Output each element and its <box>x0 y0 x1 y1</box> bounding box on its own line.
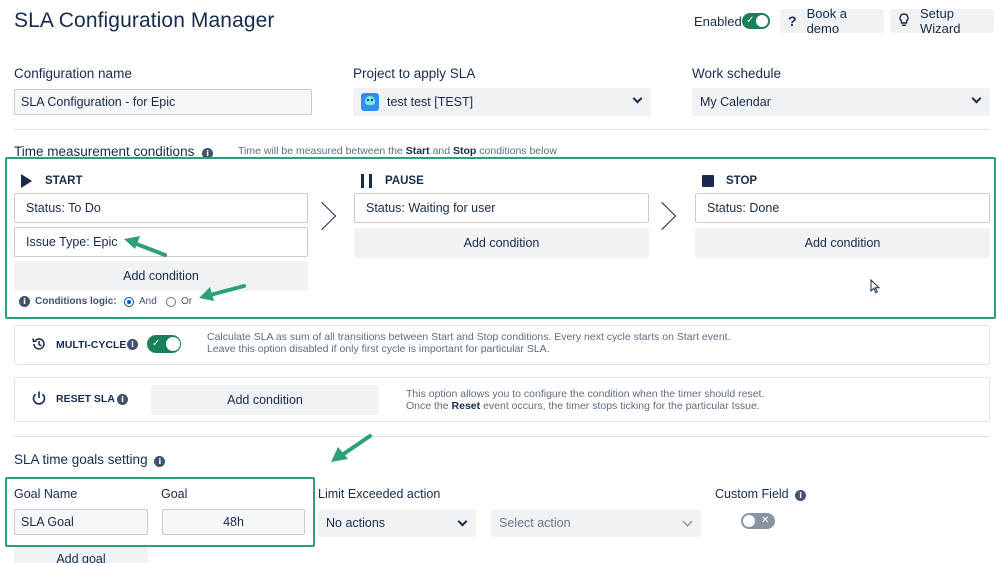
chevron-down-icon <box>682 516 693 527</box>
work-schedule-value: My Calendar <box>700 95 771 109</box>
check-icon: ✓ <box>746 15 755 26</box>
enabled-label: Enabled <box>694 14 742 29</box>
logic-and-label: And <box>139 296 157 307</box>
book-demo-button[interactable]: ? Book a demo <box>780 6 884 36</box>
enabled-toggle[interactable]: ✓ <box>742 13 770 29</box>
limit-action-select[interactable]: No actions <box>318 509 476 537</box>
multi-cycle-title: MULTI-CYCLE <box>56 339 127 351</box>
multi-cycle-description: Calculate SLA as sum of all transitions … <box>207 331 731 355</box>
limit-action-value: No actions <box>326 516 386 530</box>
work-schedule-label: Work schedule <box>692 66 782 81</box>
multi-cycle-toggle[interactable]: ✓ <box>147 335 181 353</box>
annotation-arrow-icon <box>124 236 167 257</box>
info-icon[interactable]: i <box>19 296 30 307</box>
goal-label: Goal <box>161 487 188 501</box>
logic-or-radio[interactable] <box>166 297 176 307</box>
info-icon[interactable]: i <box>154 456 166 467</box>
start-add-condition-button[interactable]: Add condition <box>14 261 308 291</box>
reset-add-condition-button[interactable]: Add condition <box>151 385 379 415</box>
lightbulb-icon <box>898 12 910 30</box>
info-icon[interactable]: i <box>127 339 138 350</box>
project-select-value: test test [TEST] <box>387 95 474 109</box>
power-icon <box>32 391 46 405</box>
start-condition-status[interactable]: Status: To Do <box>14 193 308 223</box>
stop-condition-status[interactable]: Status: Done <box>695 193 990 223</box>
pause-add-condition-button[interactable]: Add condition <box>354 228 649 258</box>
stop-header: STOP <box>726 175 758 187</box>
start-header: START <box>45 175 83 187</box>
project-avatar-icon <box>361 93 379 111</box>
chevron-down-icon <box>971 93 982 104</box>
select-action-select[interactable]: Select action <box>491 509 701 537</box>
logic-or-label: Or <box>181 296 193 307</box>
section-divider <box>14 436 990 437</box>
work-schedule-select[interactable]: My Calendar <box>692 88 990 116</box>
play-icon <box>21 174 32 188</box>
setup-wizard-button[interactable]: Setup Wizard <box>890 6 994 36</box>
reset-sla-description: This option allows you to configure the … <box>406 388 765 412</box>
time-conditions-hint: Time will be measured between the Start … <box>238 145 557 157</box>
question-icon: ? <box>788 13 797 29</box>
toggle-knob <box>756 15 768 27</box>
page-title: SLA Configuration Manager <box>14 9 275 32</box>
info-icon[interactable]: i <box>795 490 807 501</box>
mouse-cursor-icon <box>870 279 880 294</box>
reset-sla-title: RESET SLA <box>56 393 115 405</box>
section-divider <box>14 129 990 130</box>
goal-input[interactable]: 48h <box>162 509 305 535</box>
conditions-logic-label: Conditions logic: <box>35 296 117 307</box>
custom-field-toggle[interactable]: ✕ <box>741 513 775 529</box>
toggle-knob <box>743 515 755 527</box>
logic-and-radio[interactable] <box>124 297 134 307</box>
add-goal-button[interactable]: Add goal <box>14 547 148 563</box>
info-icon[interactable]: i <box>117 394 128 405</box>
pause-condition-status[interactable]: Status: Waiting for user <box>354 193 649 223</box>
history-icon <box>32 338 45 350</box>
goals-title: SLA time goals setting i <box>14 452 166 467</box>
chevron-down-icon <box>632 93 643 104</box>
limit-exceeded-label: Limit Exceeded action <box>318 487 441 501</box>
goal-name-label: Goal Name <box>14 487 78 501</box>
custom-field-label: Custom Field i <box>715 487 807 501</box>
project-select[interactable]: test test [TEST] <box>353 88 651 116</box>
project-label: Project to apply SLA <box>353 66 476 81</box>
book-demo-label: Book a demo <box>806 6 848 36</box>
pause-icon <box>361 174 364 188</box>
configuration-name-label: Configuration name <box>14 66 132 81</box>
stop-icon <box>702 175 714 187</box>
stop-add-condition-button[interactable]: Add condition <box>695 228 990 258</box>
pause-icon-bar <box>369 174 372 188</box>
chevron-down-icon <box>457 516 468 527</box>
setup-wizard-label: Setup Wizard <box>920 6 961 36</box>
select-action-placeholder: Select action <box>499 516 571 530</box>
check-icon: ✓ <box>152 338 161 349</box>
annotation-arrow-icon <box>199 284 246 301</box>
toggle-knob <box>166 337 180 351</box>
close-icon: ✕ <box>761 515 770 526</box>
annotation-arrow-icon <box>331 434 372 462</box>
configuration-name-input[interactable]: SLA Configuration - for Epic <box>14 89 312 115</box>
pause-header: PAUSE <box>385 175 424 187</box>
goal-name-input[interactable]: SLA Goal <box>14 509 148 535</box>
